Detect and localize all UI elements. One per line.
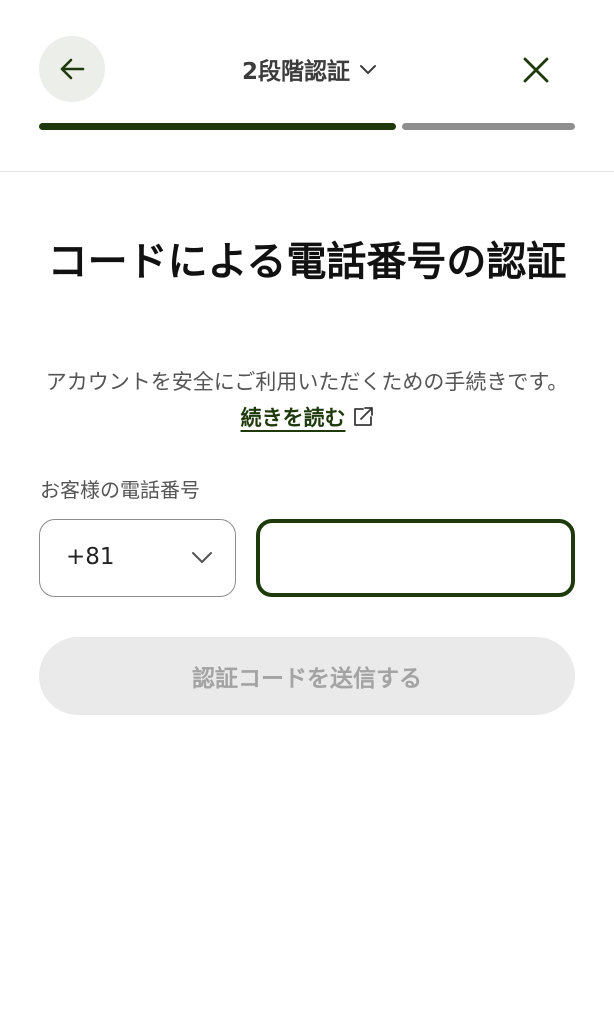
phone-number-input[interactable]	[256, 519, 575, 597]
arrow-left-icon	[60, 58, 85, 80]
close-icon	[523, 57, 549, 83]
progress-bar-remaining	[402, 123, 575, 130]
description: アカウントを安全にご利用いただくための手続きです。続きを読む	[40, 364, 574, 436]
description-text: アカウントを安全にご利用いただくための手続きです。	[45, 370, 569, 394]
read-more-link[interactable]: 続きを読む	[241, 406, 346, 430]
step-title: 2段階認証	[241, 59, 350, 85]
progress-bar-completed	[39, 123, 396, 130]
back-button[interactable]	[39, 36, 105, 102]
chevron-down-icon	[192, 552, 212, 563]
read-more-label: 続きを読む	[240, 406, 346, 430]
send-code-button[interactable]: 認証コードを送信する	[39, 637, 575, 715]
external-link-icon	[353, 407, 373, 426]
page-title: コードによる電話番号の認証	[47, 239, 567, 285]
close-button[interactable]	[510, 44, 562, 96]
country-code-select[interactable]: +81	[39, 519, 236, 597]
step-title-dropdown[interactable]: 2段階認証	[190, 48, 430, 90]
country-code-value: +81	[66, 544, 115, 570]
chevron-down-icon	[360, 65, 376, 74]
phone-number-label: お客様の電話番号	[40, 478, 200, 502]
header: 2段階認証	[0, 0, 614, 172]
